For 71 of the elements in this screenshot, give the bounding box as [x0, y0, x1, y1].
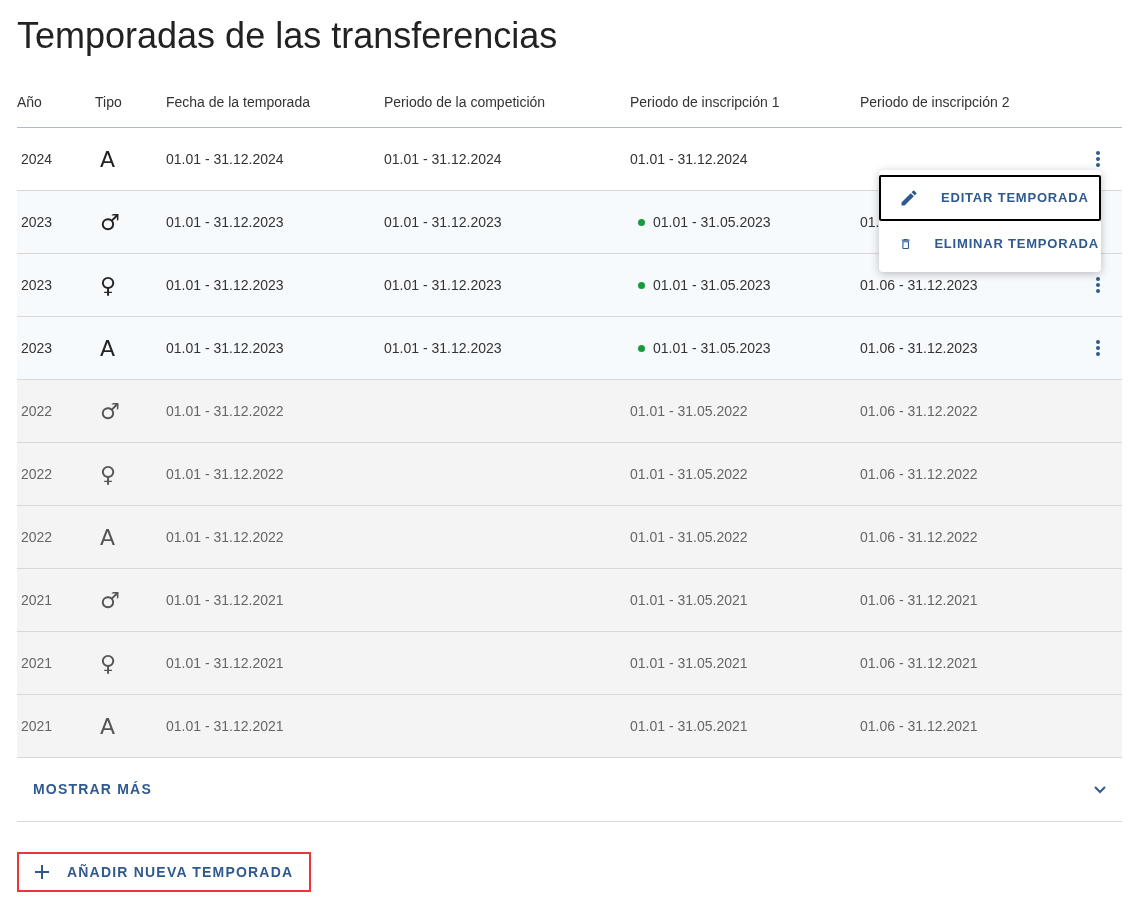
registration-cell-text: 01.06 - 31.12.2023 — [860, 275, 978, 295]
year-cell-text: 2023 — [20, 338, 53, 358]
season-cell-text: 01.01 - 31.12.2023 — [166, 275, 284, 295]
column-header: Tipo — [95, 93, 122, 112]
type-symbol: A — [99, 145, 116, 174]
year-cell-text: 2022 — [20, 464, 53, 484]
column-header: Año — [17, 93, 42, 112]
column-header: Fecha de la temporada — [166, 93, 310, 112]
more-icon[interactable] — [1096, 151, 1100, 167]
year-cell-text: 2021 — [20, 716, 53, 736]
season-cell-text: 01.01 - 31.12.2022 — [166, 527, 284, 547]
registration-cell-text: 01.06 - 31.12.2023 — [860, 338, 978, 358]
registration-cell-text: 01.01 - 31.05.2021 — [630, 590, 748, 610]
competition-cell-text: 01.01 - 31.12.2024 — [384, 149, 502, 169]
type-symbol: ♀ — [99, 460, 117, 489]
type-symbol: ♂ — [99, 208, 120, 237]
menu-item[interactable]: ELIMINAR TEMPORADA — [879, 221, 1101, 267]
registration-cell-text: 01.01 - 31.05.2023 — [653, 338, 771, 358]
season-cell-text: 01.01 - 31.12.2021 — [166, 653, 284, 673]
type-symbol: ♀ — [99, 271, 117, 300]
year-cell-text: 2021 — [20, 590, 53, 610]
season-cell-text: 01.01 - 31.12.2021 — [166, 590, 284, 610]
type-symbol: ♀ — [99, 649, 117, 678]
type-symbol: ♂ — [99, 586, 120, 615]
registration-cell-text: 01.06 - 31.12.2021 — [860, 716, 978, 736]
show-more-label: MOSTRAR MÁS — [33, 780, 152, 799]
registration-cell-text: 01.06 - 31.12.2022 — [860, 527, 978, 547]
registration-cell-text: 01.06 - 31.12.2022 — [860, 464, 978, 484]
season-cell-text: 01.01 - 31.12.2022 — [166, 464, 284, 484]
chevron-down-icon — [1094, 785, 1106, 794]
type-symbol: A — [99, 334, 116, 363]
year-cell-text: 2024 — [20, 149, 53, 169]
year-cell-text: 2023 — [20, 275, 53, 295]
season-cell-text: 01.01 - 31.12.2021 — [166, 716, 284, 736]
column-header: Periodo de inscripción 2 — [860, 93, 1010, 112]
registration-cell-text: 01.01 - 31.05.2022 — [630, 527, 748, 547]
registration-cell-text: 01.01 - 31.12.2024 — [630, 149, 748, 169]
type-symbol: ♂ — [99, 397, 120, 426]
show-more-bar[interactable]: MOSTRAR MÁS — [17, 758, 1122, 822]
page-title: Temporadas de las transferencias — [17, 14, 558, 58]
season-cell-text: 01.01 - 31.12.2023 — [166, 338, 284, 358]
registration-cell-text: 01.01 - 31.05.2021 — [630, 716, 748, 736]
column-header: Periodo de inscripción 1 — [630, 93, 780, 112]
type-symbol: A — [99, 712, 116, 741]
column-header: Periodo de la competición — [384, 93, 546, 112]
registration-cell-text: 01.01 - 31.05.2022 — [630, 464, 748, 484]
more-icon[interactable] — [1096, 277, 1100, 293]
year-cell-text: 2022 — [20, 527, 53, 547]
pencil-icon — [899, 188, 919, 208]
more-icon[interactable] — [1096, 340, 1100, 356]
competition-cell-text: 01.01 - 31.12.2023 — [384, 338, 502, 358]
competition-cell-text: 01.01 - 31.12.2023 — [384, 275, 502, 295]
registration-cell-text: 01.01 - 31.05.2023 — [653, 275, 771, 295]
menu-item[interactable]: EDITAR TEMPORADA — [879, 175, 1101, 221]
registration-cell-text: 01. — [860, 212, 880, 232]
add-season-button[interactable]: AÑADIR NUEVA TEMPORADA — [17, 852, 312, 892]
registration-cell-text: 01.06 - 31.12.2022 — [860, 401, 978, 421]
year-cell-text: 2023 — [20, 212, 53, 232]
season-cell-text: 01.01 - 31.12.2024 — [166, 149, 284, 169]
registration-cell-text: 01.06 - 31.12.2021 — [860, 653, 978, 673]
plus-icon — [35, 865, 49, 879]
competition-cell-text: 01.01 - 31.12.2023 — [384, 212, 502, 232]
registration-cell-text: 01.01 - 31.05.2022 — [630, 401, 748, 421]
registration-cell-text: 01.06 - 31.12.2021 — [860, 590, 978, 610]
year-cell-text: 2022 — [20, 401, 53, 421]
type-symbol: A — [99, 523, 116, 552]
year-cell-text: 2021 — [20, 653, 53, 673]
registration-cell-text: 01.01 - 31.05.2021 — [630, 653, 748, 673]
registration-cell-text: 01.01 - 31.05.2023 — [653, 212, 771, 232]
season-cell-text: 01.01 - 31.12.2022 — [166, 401, 284, 421]
season-cell-text: 01.01 - 31.12.2023 — [166, 212, 284, 232]
